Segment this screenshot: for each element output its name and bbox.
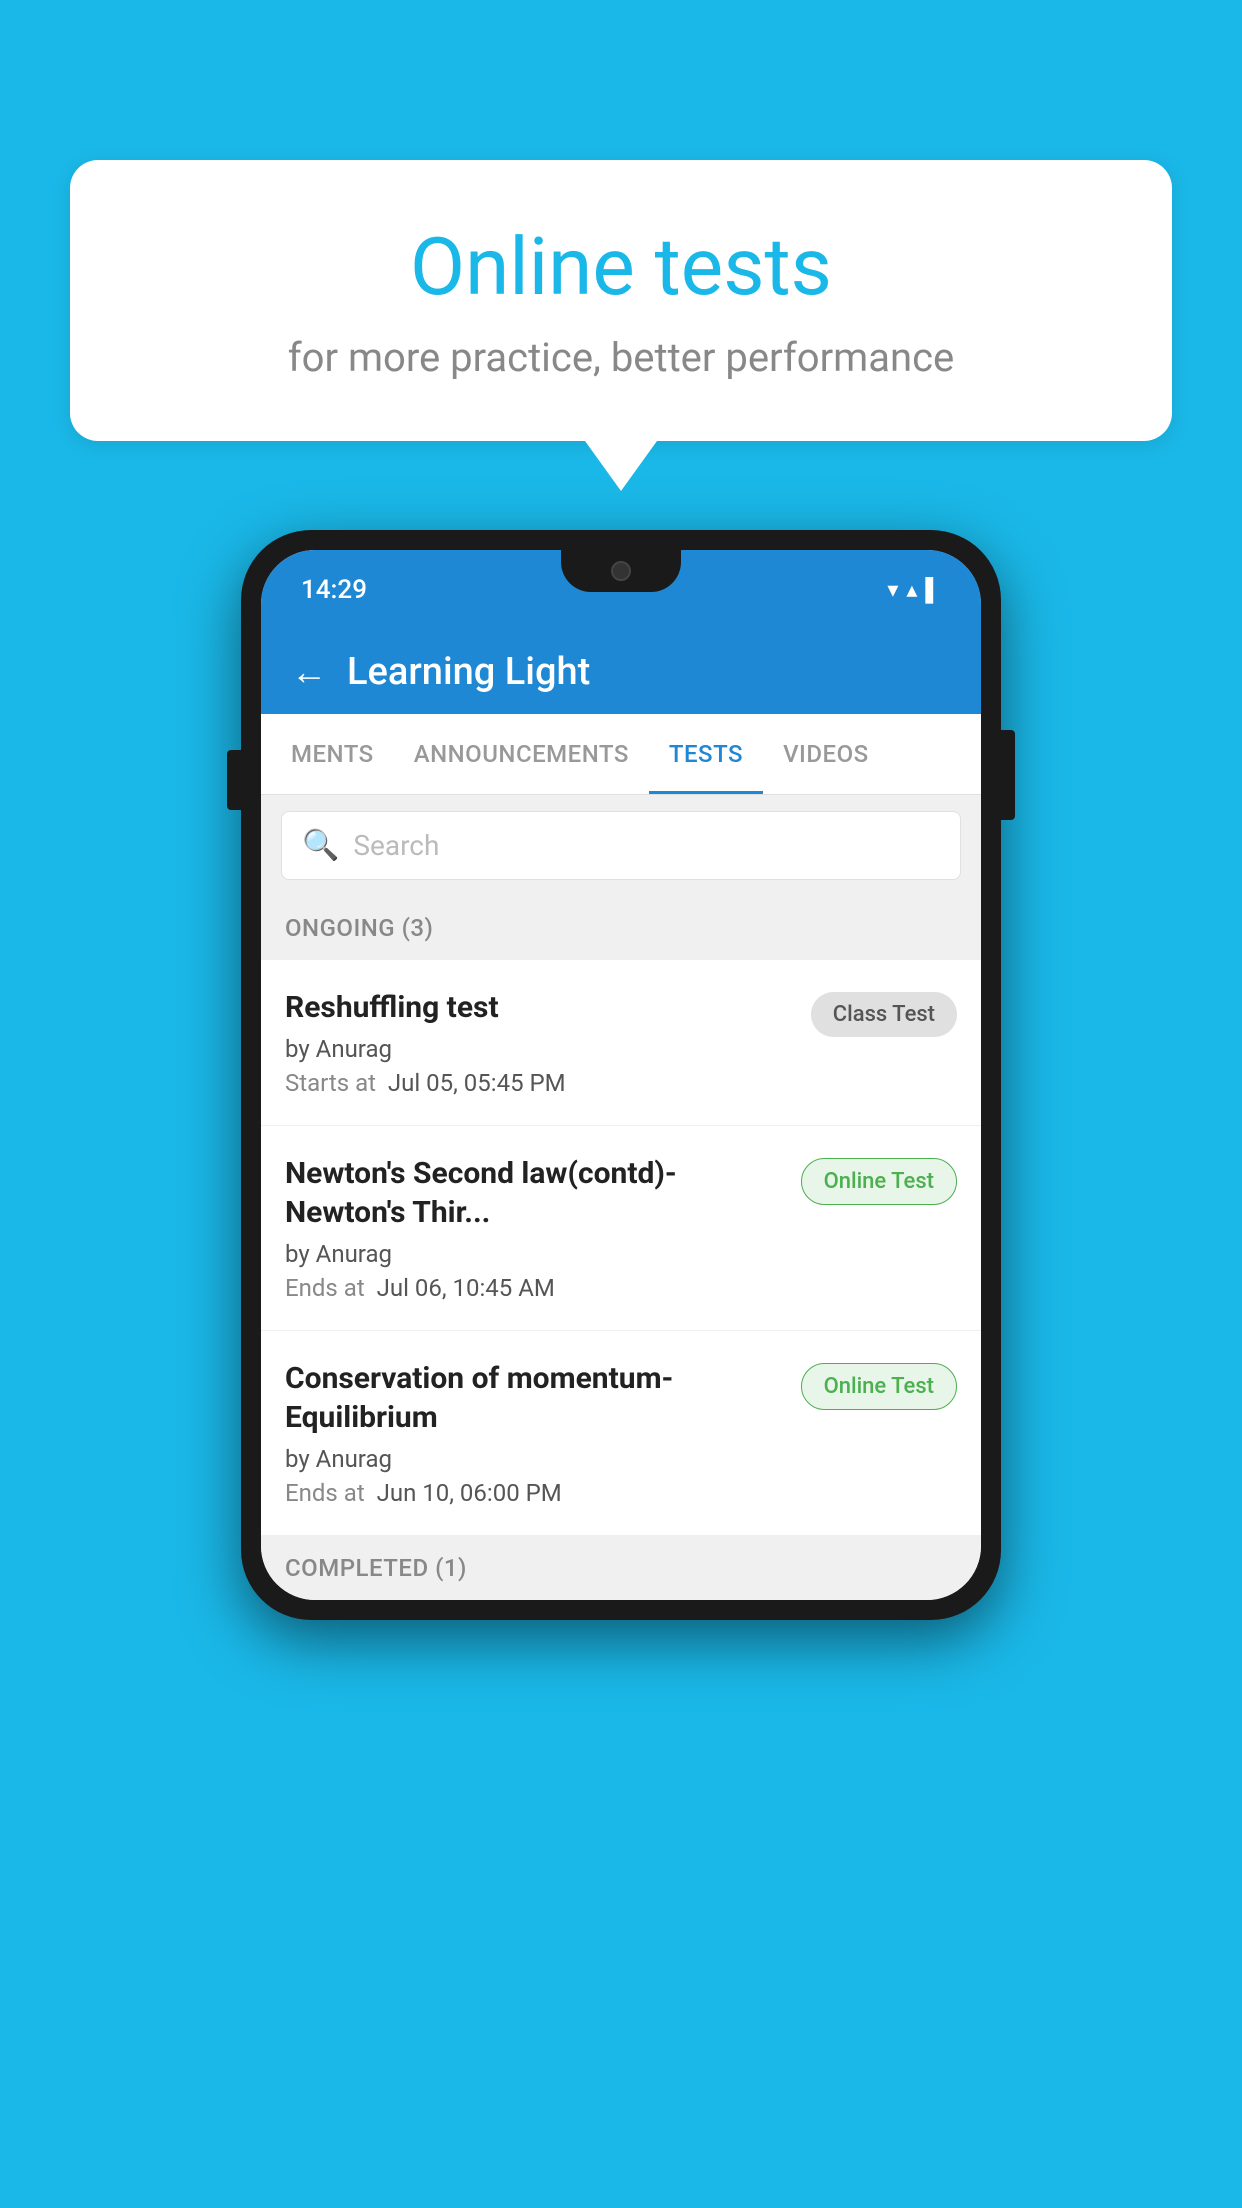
ongoing-section-header: ONGOING (3) [261,896,981,960]
test-info-newton: Newton's Second law(contd)-Newton's Thir… [285,1154,785,1302]
tab-videos[interactable]: VIDEOS [763,714,889,794]
test-date-value-newton: Jul 06, 10:45 AM [377,1274,555,1302]
search-container: 🔍 Search [261,795,981,896]
test-date-label-reshuffling: Starts at [285,1069,376,1097]
test-date-label-newton: Ends at [285,1274,365,1302]
test-date-reshuffling: Starts at Jul 05, 05:45 PM [285,1069,795,1097]
status-time: 14:29 [301,575,367,605]
test-title-reshuffling: Reshuffling test [285,988,795,1027]
back-button[interactable]: ← [291,651,327,693]
signal-icon: ▴ [906,578,917,603]
speech-bubble-title: Online tests [150,220,1092,314]
speech-bubble-tail [585,441,657,491]
test-item-conservation[interactable]: Conservation of momentum-Equilibrium by … [261,1331,981,1536]
tab-announcements[interactable]: ANNOUNCEMENTS [394,714,649,794]
test-date-newton: Ends at Jul 06, 10:45 AM [285,1274,785,1302]
badge-class-test: Class Test [811,992,957,1037]
tab-tests[interactable]: TESTS [649,714,763,794]
status-icons: ▾ ▴ ▌ [887,577,941,603]
app-title: Learning Light [347,650,590,694]
search-bar[interactable]: 🔍 Search [281,811,961,880]
tab-ments[interactable]: MENTS [271,714,394,794]
search-icon: 🔍 [302,828,339,863]
test-info-conservation: Conservation of momentum-Equilibrium by … [285,1359,785,1507]
phone-camera [611,561,631,581]
test-author-newton: by Anurag [285,1240,785,1268]
test-info-reshuffling: Reshuffling test by Anurag Starts at Jul… [285,988,795,1097]
status-bar: 14:29 ▾ ▴ ▌ [261,550,981,630]
test-title-newton: Newton's Second law(contd)-Newton's Thir… [285,1154,785,1232]
test-item-newton[interactable]: Newton's Second law(contd)-Newton's Thir… [261,1126,981,1331]
speech-bubble: Online tests for more practice, better p… [70,160,1172,441]
test-item-reshuffling[interactable]: Reshuffling test by Anurag Starts at Jul… [261,960,981,1126]
phone-mockup: 14:29 ▾ ▴ ▌ ← Learning Light MENTS ANNOU… [241,530,1001,1620]
test-author-reshuffling: by Anurag [285,1035,795,1063]
app-header: ← Learning Light [261,630,981,714]
tabs-bar: MENTS ANNOUNCEMENTS TESTS VIDEOS [261,714,981,795]
speech-bubble-section: Online tests for more practice, better p… [70,160,1172,491]
badge-online-test-newton: Online Test [801,1158,957,1205]
wifi-icon: ▾ [887,578,898,603]
test-list: Reshuffling test by Anurag Starts at Jul… [261,960,981,1536]
test-date-value-reshuffling: Jul 05, 05:45 PM [388,1069,566,1097]
phone-outer-frame: 14:29 ▾ ▴ ▌ ← Learning Light MENTS ANNOU… [241,530,1001,1620]
test-date-value-conservation: Jun 10, 06:00 PM [377,1479,562,1507]
phone-notch [561,550,681,592]
test-date-conservation: Ends at Jun 10, 06:00 PM [285,1479,785,1507]
search-placeholder: Search [353,829,439,862]
badge-online-test-conservation: Online Test [801,1363,957,1410]
test-author-conservation: by Anurag [285,1445,785,1473]
speech-bubble-subtitle: for more practice, better performance [150,334,1092,381]
test-date-label-conservation: Ends at [285,1479,365,1507]
test-title-conservation: Conservation of momentum-Equilibrium [285,1359,785,1437]
phone-screen: 14:29 ▾ ▴ ▌ ← Learning Light MENTS ANNOU… [261,550,981,1600]
battery-icon: ▌ [925,577,941,603]
completed-section-header: COMPLETED (1) [261,1536,981,1600]
